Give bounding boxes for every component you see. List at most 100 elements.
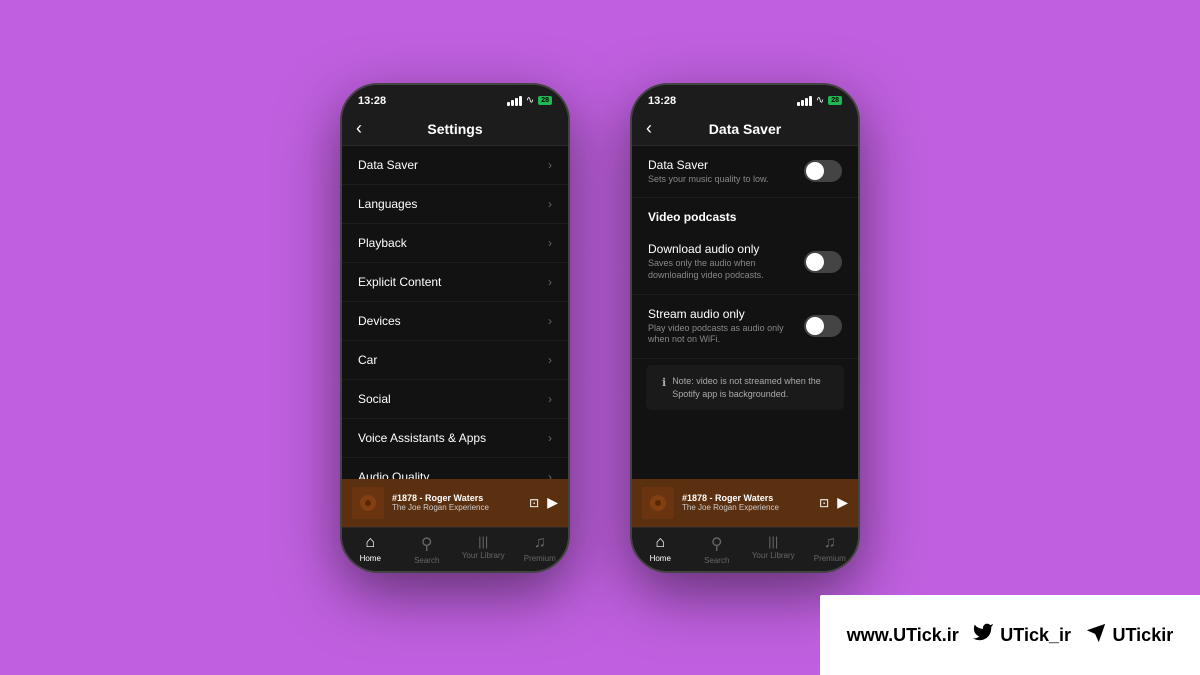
wifi-icon-left: ∿ <box>526 95 534 106</box>
nav-home-right[interactable]: ⌂ Home <box>632 528 689 571</box>
status-icons-right: ∿ 28 <box>797 95 842 106</box>
wifi-icon-right: ∿ <box>816 95 824 106</box>
settings-title: Settings <box>427 121 482 137</box>
chevron-playback: › <box>548 236 552 250</box>
np-controls-left: ⊡ ▶ <box>529 494 558 511</box>
ds-download-sublabel: Saves only the audio when downloading vi… <box>648 258 794 281</box>
status-time-right: 13:28 <box>648 95 676 107</box>
settings-label-car: Car <box>358 353 377 367</box>
ds-main-toggle[interactable] <box>804 160 842 182</box>
settings-list: Data Saver › Languages › Playback › Expl… <box>342 146 568 479</box>
settings-item-social[interactable]: Social › <box>342 380 568 419</box>
ds-note-text: Note: video is not streamed when the Spo… <box>672 375 828 400</box>
back-button-right[interactable]: ‹ <box>646 118 652 139</box>
ds-stream-row: Stream audio only Play video podcasts as… <box>632 295 858 359</box>
settings-label-explicit: Explicit Content <box>358 275 441 289</box>
np-artwork-left <box>352 487 384 519</box>
chevron-car: › <box>548 353 552 367</box>
brand-twitter: UTick_ir <box>972 621 1071 649</box>
ds-download-toggle[interactable] <box>804 251 842 273</box>
chevron-data-saver: › <box>548 158 552 172</box>
chevron-audio-quality: › <box>548 470 552 479</box>
settings-item-voice[interactable]: Voice Assistants & Apps › <box>342 419 568 458</box>
notch-right <box>705 85 785 107</box>
settings-item-languages[interactable]: Languages › <box>342 185 568 224</box>
np-artist-right: The Joe Rogan Experience <box>682 503 811 512</box>
np-info-left: #1878 - Roger Waters The Joe Rogan Exper… <box>392 493 521 512</box>
settings-item-playback[interactable]: Playback › <box>342 224 568 263</box>
nav-library-right[interactable]: ||| Your Library <box>745 528 802 571</box>
data-saver-content: Data Saver Sets your music quality to lo… <box>632 146 858 479</box>
chevron-explicit: › <box>548 275 552 289</box>
toggle-knob-download <box>806 253 824 271</box>
settings-item-data-saver[interactable]: Data Saver › <box>342 146 568 185</box>
battery-icon-right: 28 <box>828 96 842 105</box>
ds-download-label: Download audio only <box>648 242 794 256</box>
nav-search-right[interactable]: ⚲ Search <box>689 528 746 571</box>
home-label-left: Home <box>360 554 381 563</box>
ds-stream-label: Stream audio only <box>648 307 794 321</box>
phones-container: 13:28 ∿ 28 ‹ Setting <box>340 83 860 573</box>
nav-library-left[interactable]: ||| Your Library <box>455 528 512 571</box>
now-playing-left[interactable]: #1878 - Roger Waters The Joe Rogan Exper… <box>342 479 568 527</box>
telegram-handle: UTickir <box>1113 625 1174 646</box>
np-title-left: #1878 - Roger Waters <box>392 493 521 503</box>
signal-icon-left <box>507 96 522 106</box>
branding-footer: www.UTick.ir UTick_ir UTickir <box>820 595 1200 675</box>
telegram-icon <box>1085 622 1107 649</box>
premium-icon-right: ♫ <box>824 534 836 552</box>
search-label-right: Search <box>704 556 729 565</box>
now-playing-right[interactable]: #1878 - Roger Waters The Joe Rogan Exper… <box>632 479 858 527</box>
chevron-voice: › <box>548 431 552 445</box>
twitter-handle: UTick_ir <box>1000 625 1071 646</box>
chevron-social: › <box>548 392 552 406</box>
twitter-bird-icon <box>972 621 994 649</box>
np-cast-button-right[interactable]: ⊡ <box>819 496 829 510</box>
settings-label-playback: Playback <box>358 236 407 250</box>
home-label-right: Home <box>650 554 671 563</box>
brand-telegram: UTickir <box>1085 622 1174 649</box>
ds-stream-info: Stream audio only Play video podcasts as… <box>648 307 804 346</box>
np-play-button-right[interactable]: ▶ <box>837 494 848 511</box>
library-icon-right: ||| <box>768 534 778 549</box>
bottom-nav-right: ⌂ Home ⚲ Search ||| Your Library ♫ Premi… <box>632 527 858 571</box>
ds-main-label: Data Saver <box>648 158 794 172</box>
settings-item-explicit[interactable]: Explicit Content › <box>342 263 568 302</box>
home-icon-left: ⌂ <box>365 534 375 552</box>
info-icon: ℹ <box>662 376 666 389</box>
app-header-left: ‹ Settings <box>342 113 568 146</box>
chevron-languages: › <box>548 197 552 211</box>
settings-label-devices: Devices <box>358 314 401 328</box>
settings-item-car[interactable]: Car › <box>342 341 568 380</box>
battery-icon-left: 28 <box>538 96 552 105</box>
np-controls-right: ⊡ ▶ <box>819 494 848 511</box>
ds-main-sublabel: Sets your music quality to low. <box>648 174 794 186</box>
search-icon-right: ⚲ <box>711 534 723 554</box>
np-cast-button-left[interactable]: ⊡ <box>529 496 539 510</box>
home-icon-right: ⌂ <box>655 534 665 552</box>
phone-left: 13:28 ∿ 28 ‹ Setting <box>340 83 570 573</box>
back-button-left[interactable]: ‹ <box>356 118 362 139</box>
brand-website: www.UTick.ir <box>847 625 959 646</box>
settings-item-devices[interactable]: Devices › <box>342 302 568 341</box>
nav-premium-left[interactable]: ♫ Premium <box>512 528 569 571</box>
ds-main-row: Data Saver Sets your music quality to lo… <box>632 146 858 199</box>
settings-item-audio-quality[interactable]: Audio Quality › <box>342 458 568 479</box>
toggle-knob-stream <box>806 317 824 335</box>
ds-main-info: Data Saver Sets your music quality to lo… <box>648 158 804 186</box>
nav-search-left[interactable]: ⚲ Search <box>399 528 456 571</box>
premium-label-left: Premium <box>524 554 556 563</box>
app-header-right: ‹ Data Saver <box>632 113 858 146</box>
library-label-left: Your Library <box>462 551 505 560</box>
nav-premium-right[interactable]: ♫ Premium <box>802 528 859 571</box>
settings-label-audio-quality: Audio Quality <box>358 470 429 479</box>
nav-home-left[interactable]: ⌂ Home <box>342 528 399 571</box>
premium-label-right: Premium <box>814 554 846 563</box>
ds-download-row: Download audio only Saves only the audio… <box>632 230 858 294</box>
ds-stream-toggle[interactable] <box>804 315 842 337</box>
data-saver-title: Data Saver <box>709 121 781 137</box>
bottom-nav-left: ⌂ Home ⚲ Search ||| Your Library ♫ Premi… <box>342 527 568 571</box>
np-play-button-left[interactable]: ▶ <box>547 494 558 511</box>
search-label-left: Search <box>414 556 439 565</box>
settings-label-data-saver: Data Saver <box>358 158 418 172</box>
